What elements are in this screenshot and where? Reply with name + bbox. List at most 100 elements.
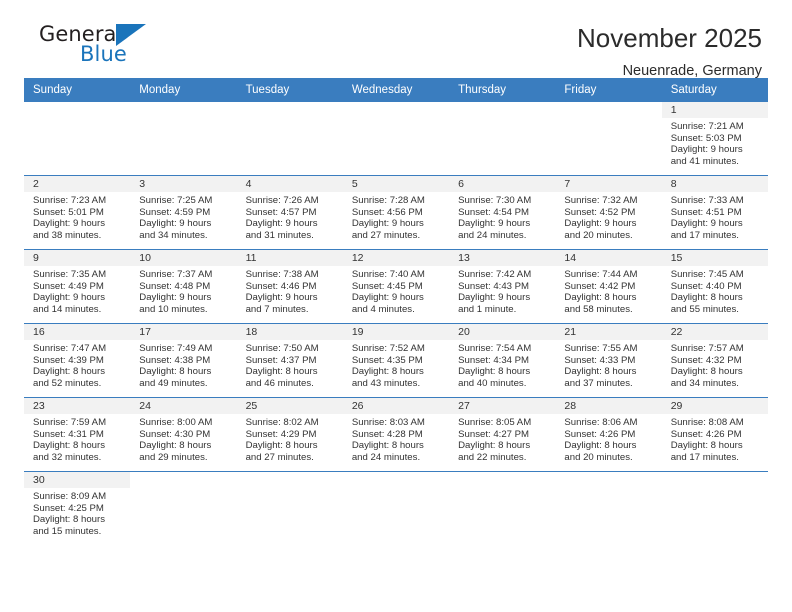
calendar-day-cell[interactable]: 22 Sunrise: 7:57 AM Sunset: 4:32 PM Dayligh… — [661, 323, 768, 398]
daylight-duration-line1: Daylight: 8 hours — [245, 366, 318, 378]
calendar-day-cell — [555, 472, 661, 546]
day-number: 7 — [555, 176, 662, 192]
sunset-time: Sunset: 4:30 PM — [139, 428, 211, 440]
day-details: Sunrise: 8:08 AM Sunset: 4:26 PM Daylight:… — [662, 414, 768, 463]
sunrise-time: Sunrise: 7:54 AM — [458, 343, 532, 354]
sunrise-time: Sunrise: 7:26 AM — [245, 195, 319, 206]
sunset-time: Sunset: 4:38 PM — [139, 354, 211, 366]
calendar-day-cell[interactable]: 21 Sunrise: 7:55 AM Sunset: 4:33 PM Dayligh… — [555, 323, 662, 398]
calendar-day-cell[interactable]: 15 Sunrise: 7:45 AM Sunset: 4:40 PM Dayligh… — [661, 249, 768, 324]
day-cell-content: 23 Sunrise: 7:59 AM Sunset: 4:31 PM Dayligh… — [24, 398, 131, 471]
calendar-day-cell[interactable]: 5 Sunrise: 7:28 AM Sunset: 4:56 PM Daylight… — [342, 175, 450, 250]
day-number: 25 — [236, 398, 343, 414]
calendar-day-cell[interactable]: 20 Sunrise: 7:54 AM Sunset: 4:34 PM Dayligh… — [449, 323, 556, 398]
day-details: Sunrise: 7:35 AM Sunset: 4:49 PM Daylight:… — [24, 266, 130, 315]
day-number: 21 — [555, 324, 662, 340]
calendar-day-cell[interactable]: 4 Sunrise: 7:26 AM Sunset: 4:57 PM Daylight… — [236, 175, 343, 250]
daylight-duration-line2: and 37 minutes. — [564, 377, 633, 389]
day-cell-content: 30 Sunrise: 8:09 AM Sunset: 4:25 PM Dayligh… — [24, 472, 131, 545]
day-cell-content: 12 Sunrise: 7:40 AM Sunset: 4:45 PM Dayligh… — [342, 250, 450, 323]
daylight-duration-line2: and 7 minutes. — [245, 303, 309, 315]
calendar-day-cell[interactable]: 25 Sunrise: 8:02 AM Sunset: 4:29 PM Dayligh… — [236, 397, 343, 472]
daylight-duration-line2: and 27 minutes. — [245, 451, 314, 463]
daylight-duration-line1: Daylight: 9 hours — [33, 218, 105, 230]
day-number: 18 — [236, 324, 343, 340]
calendar-day-cell[interactable]: 11 Sunrise: 7:38 AM Sunset: 4:46 PM Dayligh… — [236, 249, 343, 324]
daylight-duration-line1: Daylight: 9 hours — [245, 292, 318, 304]
daylight-duration-line2: and 52 minutes. — [33, 377, 102, 389]
sunset-time: Sunset: 4:43 PM — [458, 280, 530, 292]
calendar-day-cell[interactable]: 28 Sunrise: 8:06 AM Sunset: 4:26 PM Dayligh… — [555, 397, 662, 472]
day-cell-content: 8 Sunrise: 7:33 AM Sunset: 4:51 PM Daylight… — [661, 176, 768, 249]
calendar-day-cell[interactable]: 23 Sunrise: 7:59 AM Sunset: 4:31 PM Dayligh… — [24, 397, 131, 472]
calendar-day-cell[interactable]: 29 Sunrise: 8:08 AM Sunset: 4:26 PM Dayligh… — [661, 397, 768, 472]
sunset-time: Sunset: 4:40 PM — [670, 280, 742, 292]
general-blue-logo[interactable]: General Blue — [24, 22, 146, 74]
calendar-day-cell[interactable]: 3 Sunrise: 7:25 AM Sunset: 4:59 PM Daylight… — [130, 175, 237, 250]
page-title: November 2025 — [577, 23, 762, 53]
calendar-day-cell[interactable]: 19 Sunrise: 7:52 AM Sunset: 4:35 PM Dayligh… — [342, 323, 450, 398]
daylight-duration-line2: and 10 minutes. — [139, 303, 208, 315]
day-details: Sunrise: 7:49 AM Sunset: 4:38 PM Daylight:… — [130, 340, 236, 389]
sunrise-time: Sunrise: 7:33 AM — [670, 195, 744, 206]
calendar-day-cell[interactable]: 16 Sunrise: 7:47 AM Sunset: 4:39 PM Dayligh… — [24, 323, 131, 398]
calendar-day-cell[interactable]: 6 Sunrise: 7:30 AM Sunset: 4:54 PM Daylight… — [449, 175, 556, 250]
sunset-time: Sunset: 4:56 PM — [351, 206, 423, 218]
sunrise-time: Sunrise: 7:35 AM — [33, 269, 107, 280]
empty-day-cell — [237, 472, 343, 545]
day-number: 13 — [449, 250, 556, 266]
calendar-body: 1 Sunrise: 7:21 AM Sunset: 5:03 PM Daylight… — [24, 102, 768, 545]
day-cell-content: 28 Sunrise: 8:06 AM Sunset: 4:26 PM Dayligh… — [555, 398, 662, 471]
day-cell-content: 19 Sunrise: 7:52 AM Sunset: 4:35 PM Dayligh… — [342, 324, 450, 397]
calendar-day-cell — [343, 472, 449, 546]
sunrise-time: Sunrise: 7:38 AM — [245, 269, 319, 280]
calendar-week-row: 30 Sunrise: 8:09 AM Sunset: 4:25 PM Dayligh… — [24, 472, 768, 546]
calendar-day-cell[interactable]: 26 Sunrise: 8:03 AM Sunset: 4:28 PM Dayligh… — [342, 397, 450, 472]
calendar-day-cell[interactable]: 9 Sunrise: 7:35 AM Sunset: 4:49 PM Daylight… — [24, 249, 131, 324]
calendar-day-cell — [24, 102, 131, 176]
calendar-day-cell — [130, 102, 237, 176]
sunset-time: Sunset: 4:31 PM — [33, 428, 104, 440]
calendar-day-cell[interactable]: 10 Sunrise: 7:37 AM Sunset: 4:48 PM Dayligh… — [130, 249, 237, 324]
sunrise-time: Sunrise: 7:42 AM — [458, 269, 532, 280]
calendar-day-cell[interactable]: 30 Sunrise: 8:09 AM Sunset: 4:25 PM Dayligh… — [24, 472, 131, 546]
calendar-day-cell[interactable]: 27 Sunrise: 8:05 AM Sunset: 4:27 PM Dayligh… — [449, 397, 556, 472]
calendar-day-cell[interactable]: 2 Sunrise: 7:23 AM Sunset: 5:01 PM Daylight… — [24, 175, 131, 250]
sunset-time: Sunset: 4:27 PM — [458, 428, 530, 440]
calendar-day-cell[interactable]: 1 Sunrise: 7:21 AM Sunset: 5:03 PM Daylight… — [661, 102, 768, 176]
daylight-duration-line2: and 24 minutes. — [458, 229, 527, 241]
day-cell-content: 1 Sunrise: 7:21 AM Sunset: 5:03 PM Daylight… — [661, 102, 768, 175]
calendar-day-cell — [555, 102, 662, 176]
calendar-day-cell[interactable]: 14 Sunrise: 7:44 AM Sunset: 4:42 PM Dayligh… — [555, 249, 662, 324]
daylight-duration-line1: Daylight: 8 hours — [564, 292, 637, 304]
daylight-duration-line1: Daylight: 8 hours — [139, 440, 212, 452]
daylight-duration-line1: Daylight: 9 hours — [670, 218, 743, 230]
sunset-time: Sunset: 4:26 PM — [670, 428, 742, 440]
sunrise-time: Sunrise: 7:21 AM — [670, 121, 744, 132]
calendar-day-cell[interactable]: 8 Sunrise: 7:33 AM Sunset: 4:51 PM Daylight… — [661, 175, 768, 250]
day-number: 9 — [24, 250, 131, 266]
calendar-day-cell[interactable]: 13 Sunrise: 7:42 AM Sunset: 4:43 PM Dayligh… — [449, 249, 556, 324]
day-cell-content: 21 Sunrise: 7:55 AM Sunset: 4:33 PM Dayligh… — [555, 324, 662, 397]
page-header: General Blue November 2025 Neuenrade, Ge… — [24, 0, 768, 79]
day-details: Sunrise: 7:40 AM Sunset: 4:45 PM Daylight:… — [343, 266, 449, 315]
day-details: Sunrise: 8:05 AM Sunset: 4:27 PM Daylight:… — [449, 414, 555, 463]
calendar-day-cell[interactable]: 12 Sunrise: 7:40 AM Sunset: 4:45 PM Dayligh… — [342, 249, 450, 324]
day-number: 5 — [342, 176, 450, 192]
daylight-duration-line2: and 17 minutes. — [670, 451, 739, 463]
sunset-time: Sunset: 4:45 PM — [351, 280, 423, 292]
empty-day-cell — [237, 102, 343, 175]
calendar-day-cell[interactable]: 18 Sunrise: 7:50 AM Sunset: 4:37 PM Dayligh… — [236, 323, 343, 398]
day-number: 23 — [24, 398, 131, 414]
sunrise-time: Sunrise: 7:25 AM — [139, 195, 213, 206]
sunrise-time: Sunrise: 8:06 AM — [564, 417, 638, 428]
sunrise-time: Sunrise: 7:50 AM — [245, 343, 319, 354]
daylight-duration-line1: Daylight: 9 hours — [351, 292, 424, 304]
calendar-day-cell[interactable]: 24 Sunrise: 8:00 AM Sunset: 4:30 PM Dayligh… — [130, 397, 237, 472]
day-details: Sunrise: 7:54 AM Sunset: 4:34 PM Daylight:… — [449, 340, 555, 389]
calendar-day-cell[interactable]: 7 Sunrise: 7:32 AM Sunset: 4:52 PM Daylight… — [555, 175, 662, 250]
daylight-duration-line1: Daylight: 9 hours — [33, 292, 105, 304]
calendar-day-cell[interactable]: 17 Sunrise: 7:49 AM Sunset: 4:38 PM Dayligh… — [130, 323, 237, 398]
day-details: Sunrise: 7:38 AM Sunset: 4:46 PM Daylight:… — [237, 266, 343, 315]
day-cell-content: 16 Sunrise: 7:47 AM Sunset: 4:39 PM Dayligh… — [24, 324, 131, 397]
